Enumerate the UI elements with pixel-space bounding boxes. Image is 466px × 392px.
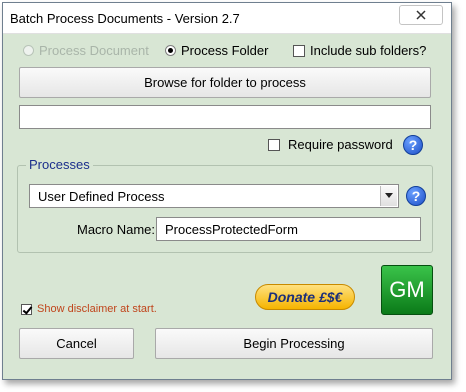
cancel-button[interactable]: Cancel xyxy=(19,328,134,359)
require-password-checkbox[interactable]: Require password xyxy=(268,137,393,152)
process-document-label: Process Document xyxy=(39,43,149,58)
show-disclaimer-box xyxy=(21,303,32,315)
batch-process-window: Batch Process Documents - Version 2.7 Pr… xyxy=(2,2,452,380)
close-icon xyxy=(416,10,426,20)
include-subfolders-checkbox[interactable]: Include sub folders? xyxy=(293,43,426,58)
close-button[interactable] xyxy=(399,5,443,25)
process-help-button[interactable]: ? xyxy=(406,186,426,206)
require-password-label: Require password xyxy=(288,137,393,152)
include-subfolders-label: Include sub folders? xyxy=(310,43,427,58)
process-select[interactable]: User Defined Process xyxy=(29,184,399,208)
password-help-button[interactable]: ? xyxy=(403,135,423,155)
browse-folder-button[interactable]: Browse for folder to process xyxy=(19,67,431,98)
window-title: Batch Process Documents - Version 2.7 xyxy=(10,11,240,26)
donate-button[interactable]: Donate £$€ xyxy=(255,284,355,310)
begin-processing-button[interactable]: Begin Processing xyxy=(155,328,433,359)
process-folder-label: Process Folder xyxy=(181,43,269,58)
show-disclaimer-label: Show disclaimer at start. xyxy=(37,303,157,315)
folder-path-input[interactable] xyxy=(19,105,431,129)
selected-process: User Defined Process xyxy=(38,188,165,204)
include-subfolders-box xyxy=(293,44,305,57)
process-document-radio-dot xyxy=(23,45,34,56)
require-password-box xyxy=(268,138,280,151)
macro-name-label: Macro Name: xyxy=(77,222,156,237)
process-folder-radio-dot xyxy=(165,45,176,56)
process-document-radio[interactable]: Process Document xyxy=(23,43,149,58)
processes-group-label: Processes xyxy=(26,157,93,172)
process-folder-radio[interactable]: Process Folder xyxy=(165,43,268,58)
macro-name-input[interactable]: ProcessProtectedForm xyxy=(156,217,421,241)
process-select-arrow[interactable] xyxy=(380,186,397,206)
chevron-down-icon xyxy=(385,193,393,198)
gm-logo: GM xyxy=(381,265,433,315)
help-question-icon: ? xyxy=(411,188,421,204)
help-question-icon: ? xyxy=(408,137,418,153)
show-disclaimer-checkbox[interactable]: Show disclaimer at start. xyxy=(21,303,157,315)
title-bar: Batch Process Documents - Version 2.7 xyxy=(3,3,451,34)
